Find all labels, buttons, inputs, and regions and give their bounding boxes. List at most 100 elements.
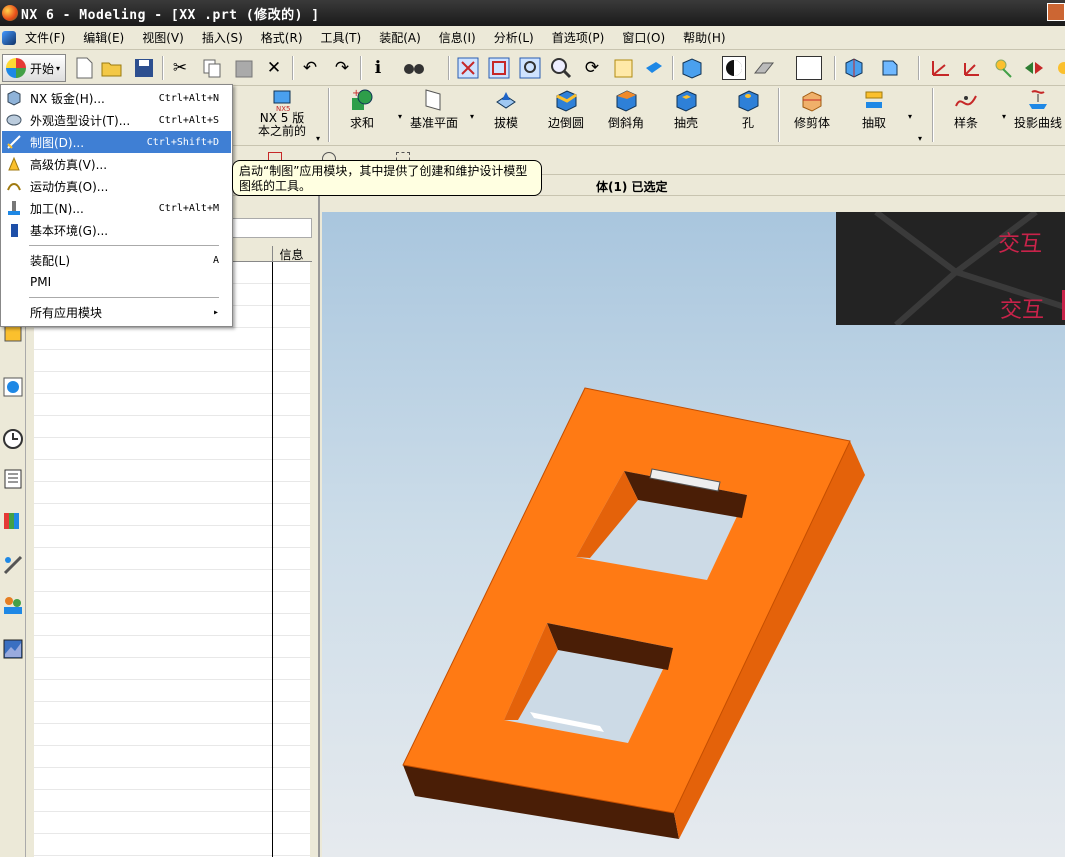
unite-label: 求和 <box>350 116 375 130</box>
standard-toolbar: 开始 ▾ ✂ ✕ ↶ ↷ ℹ ⟳ <box>0 50 1065 86</box>
process-studio-icon[interactable] <box>2 554 24 578</box>
new-file-icon[interactable] <box>72 56 96 80</box>
start-icon <box>6 58 26 78</box>
spline-button[interactable]: 样条 <box>954 88 978 130</box>
datum-icon[interactable] <box>960 56 984 80</box>
info-icon[interactable]: ℹ <box>366 56 390 80</box>
copy-icon[interactable] <box>200 56 224 80</box>
cut-icon[interactable]: ✂ <box>168 56 192 80</box>
zoom-icon[interactable] <box>518 56 542 80</box>
unite-button[interactable]: + 求和 <box>350 88 374 130</box>
menu-item-gateway[interactable]: 基本环境(G)... <box>2 219 231 241</box>
menu-item-manufacturing[interactable]: 加工(N)... Ctrl+Alt+M <box>2 197 231 219</box>
start-menu: NX 钣金(H)... Ctrl+Alt+N 外观造型设计(T)... Ctrl… <box>0 84 233 327</box>
shell-icon <box>676 90 697 112</box>
menu-item-all-applications[interactable]: 所有应用模块 ▸ <box>2 301 231 323</box>
color-swatch-icon[interactable] <box>796 56 822 80</box>
menu-item-sheet-metal[interactable]: NX 钣金(H)... Ctrl+Alt+N <box>2 87 231 109</box>
menu-item-assemblies[interactable]: 装配(L) A <box>2 249 231 271</box>
draft-label: 拔模 <box>494 116 519 130</box>
menu-view[interactable]: 视图(V) <box>133 29 193 46</box>
edge-blend-icon <box>556 90 577 112</box>
view-orient-icon[interactable] <box>842 56 866 80</box>
title-bar: NX 6 - Modeling - [XX .prt (修改的) ] <box>0 0 1065 26</box>
edge-blend-button[interactable]: 边倒圆 <box>548 88 584 130</box>
menu-item-pmi[interactable]: PMI <box>2 271 231 293</box>
perspective-icon[interactable] <box>642 56 666 80</box>
background-icon[interactable] <box>752 56 776 80</box>
shaded-icon[interactable] <box>680 56 704 80</box>
roles-icon[interactable] <box>2 594 24 618</box>
menu-window[interactable]: 窗口(O) <box>613 29 674 46</box>
history-icon[interactable] <box>2 428 24 452</box>
shell-label: 抽壳 <box>674 116 699 130</box>
arrow-icon[interactable] <box>1022 56 1046 80</box>
spline-tool-icon[interactable] <box>992 56 1016 80</box>
reuse-library-icon[interactable] <box>2 468 24 492</box>
menu-item-advanced-simulation[interactable]: 高级仿真(V)... <box>2 153 231 175</box>
save-icon[interactable] <box>132 56 156 80</box>
web-browser-icon[interactable] <box>2 376 24 400</box>
nx5-legacy-button[interactable]: NX5 NX 5 版 本之前的 <box>258 88 306 138</box>
part-model[interactable] <box>322 212 1065 857</box>
menu-item-drafting[interactable]: 制图(D)... Ctrl+Shift+D <box>2 131 231 153</box>
zoom-in-icon[interactable] <box>549 56 573 80</box>
menu-item-shape-studio[interactable]: 外观造型设计(T)... Ctrl+Alt+S <box>2 109 231 131</box>
menu-edit[interactable]: 编辑(E) <box>74 29 133 46</box>
gateway-icon <box>5 221 23 239</box>
system-materials-icon[interactable] <box>2 638 24 662</box>
trim-body-icon <box>802 91 822 112</box>
undo-icon[interactable]: ↶ <box>298 56 322 80</box>
delete-icon[interactable]: ✕ <box>262 56 286 80</box>
binoculars-icon[interactable] <box>402 56 426 80</box>
spline-label: 样条 <box>954 116 979 130</box>
open-folder-icon[interactable] <box>100 56 124 80</box>
tool-overflow-icon[interactable] <box>1052 56 1065 80</box>
menu-bar: 文件(F) 编辑(E) 视图(V) 插入(S) 格式(R) 工具(T) 装配(A… <box>0 26 1065 50</box>
menu-insert[interactable]: 插入(S) <box>193 29 252 46</box>
menu-format[interactable]: 格式(R) <box>252 29 312 46</box>
menu-tools[interactable]: 工具(T) <box>312 29 371 46</box>
svg-text:+: + <box>352 88 360 99</box>
menu-preferences[interactable]: 首选项(P) <box>543 29 614 46</box>
submenu-arrow-icon: ▸ <box>212 306 219 318</box>
navigator-tree[interactable] <box>34 262 310 857</box>
draft-button[interactable]: 拔模 <box>494 88 518 130</box>
motion-simulation-icon <box>5 177 23 195</box>
project-curve-icon <box>1029 90 1047 109</box>
menu-information[interactable]: 信息(I) <box>430 29 485 46</box>
nx5-legacy-label: NX 5 版 本之前的 <box>258 111 307 138</box>
extract-button[interactable]: 抽取 <box>862 88 886 130</box>
nx-app-icon <box>2 5 18 21</box>
zoom-window-icon[interactable] <box>487 56 511 80</box>
window-title: NX 6 - Modeling - [XX .prt (修改的) ] <box>21 7 320 23</box>
nx-menu-icon[interactable] <box>2 30 16 45</box>
render-style-icon[interactable] <box>722 56 746 80</box>
paste-icon[interactable] <box>232 56 256 80</box>
menu-help[interactable]: 帮助(H) <box>674 29 734 46</box>
chamfer-button[interactable]: 倒斜角 <box>608 88 644 130</box>
project-curve-button[interactable]: 投影曲线 <box>1014 88 1062 130</box>
wcs-icon[interactable] <box>928 56 952 80</box>
menu-analysis[interactable]: 分析(L) <box>485 29 543 46</box>
palette-icon[interactable] <box>2 510 24 534</box>
fit-icon[interactable] <box>456 56 480 80</box>
shell-button[interactable]: 抽壳 <box>674 88 698 130</box>
hole-button[interactable]: 孔 <box>736 88 760 130</box>
csys-icon[interactable] <box>878 56 902 80</box>
trim-body-button[interactable]: 修剪体 <box>794 88 830 130</box>
datum-plane-button[interactable]: 基准平面 <box>410 88 458 130</box>
chamfer-icon <box>616 90 637 112</box>
pan-icon[interactable] <box>611 56 635 80</box>
menu-item-motion-simulation[interactable]: 运动仿真(O)... <box>2 175 231 197</box>
menu-assemblies[interactable]: 装配(A) <box>370 29 430 46</box>
window-control-button[interactable] <box>1047 3 1065 21</box>
extract-icon <box>865 91 883 108</box>
graphics-viewport[interactable]: 交互 交互 <box>322 212 1065 857</box>
start-button[interactable]: 开始 ▾ <box>2 54 66 82</box>
menu-file[interactable]: 文件(F) <box>16 29 74 46</box>
column-info[interactable]: 信息 <box>272 246 310 262</box>
rotate-icon[interactable]: ⟳ <box>580 56 604 80</box>
redo-icon[interactable]: ↷ <box>330 56 354 80</box>
hole-label: 孔 <box>741 116 754 130</box>
